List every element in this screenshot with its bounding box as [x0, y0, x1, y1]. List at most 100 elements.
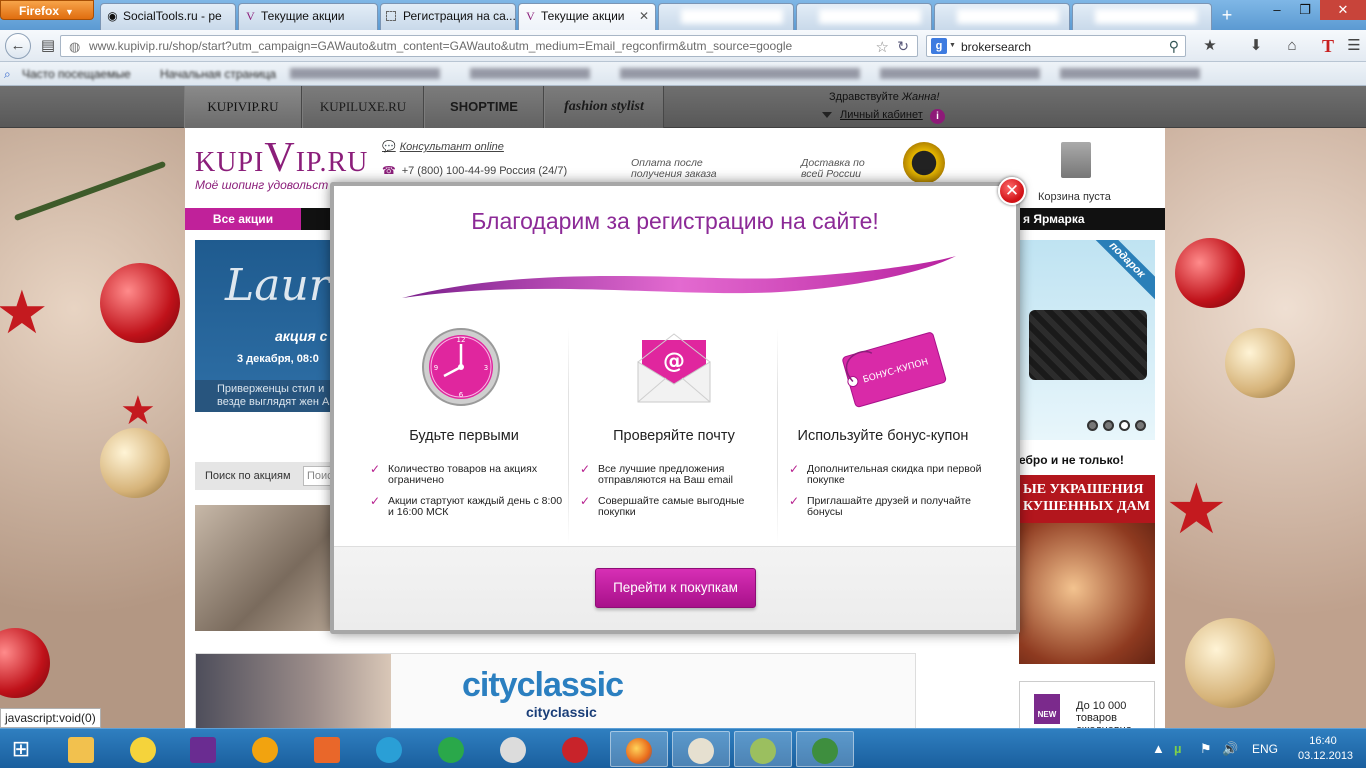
feature-item-text: Совершайте самые выгодные покупки	[598, 495, 745, 518]
windows-start-icon[interactable]: ⊞	[6, 735, 36, 763]
bookmark-most-visited[interactable]: Часто посещаемые	[22, 67, 131, 81]
search-icon[interactable]: ⚲	[1169, 38, 1179, 55]
warning-app-icon[interactable]	[236, 731, 294, 767]
tab-blurred-3[interactable]: ████████████	[934, 3, 1070, 30]
tab-label: Текущие акции	[261, 9, 345, 23]
red-ornament-image	[1175, 238, 1245, 308]
url-text: www.kupivip.ru/shop/start?utm_campaign=G…	[89, 39, 793, 53]
smiley-app-icon[interactable]	[114, 731, 172, 767]
bookmark-blurred[interactable]	[290, 68, 440, 79]
window-close-button[interactable]: ✕	[1320, 0, 1366, 20]
feature-bonus-coupon: БОНУС-КУПОН Используйте бонус-купон ✓ Доп…	[779, 322, 987, 544]
new-tab-button[interactable]: +	[1216, 5, 1238, 27]
tab-current-sales-1[interactable]: V Текущие акции	[238, 3, 378, 30]
gold-ornament-image	[100, 428, 170, 498]
menu-icon[interactable]: ☰	[1342, 35, 1366, 57]
green-shield-app-icon[interactable]	[422, 731, 480, 767]
nav-fashion-stylist[interactable]: fashion stylist	[544, 86, 664, 128]
language-indicator[interactable]: ENG	[1252, 742, 1278, 756]
restore-button[interactable]: ❐	[1290, 0, 1320, 20]
google-search-engine-icon[interactable]: g	[931, 38, 947, 54]
greeting: Здравствуйте Жанна!	[829, 91, 939, 103]
close-tab-icon[interactable]: ✕	[639, 9, 649, 23]
gold-ornament-image	[1225, 328, 1295, 398]
globe-icon: ◍	[69, 39, 81, 54]
firefox-taskbar-icon[interactable]	[610, 731, 668, 767]
bookmark-blurred[interactable]	[1060, 68, 1200, 79]
nav-shoptime[interactable]: SHOPTIME	[424, 86, 544, 128]
christmas-decor-left: ★ ★	[0, 128, 185, 730]
upx-app-icon[interactable]	[298, 731, 356, 767]
bookmark-blurred[interactable]	[880, 68, 1040, 79]
tab-label: SocialTools.ru - ре	[123, 9, 222, 23]
kupivip-v-icon: V	[246, 9, 255, 23]
modal-footer: Перейти к покупкам	[334, 546, 1016, 630]
bookmark-blurred[interactable]	[470, 68, 590, 79]
greeting-prefix: Здравствуйте	[829, 91, 902, 103]
tab-socialtools[interactable]: ◉ SocialTools.ru - ре	[100, 3, 236, 30]
close-icon[interactable]: ✕	[998, 177, 1026, 205]
feature-heading: Будьте первыми	[409, 428, 519, 444]
red-star-image: ★	[120, 389, 156, 433]
search-bar[interactable]: g ▼ brokersearch ⚲	[926, 35, 1186, 57]
flag-icon[interactable]: ⚑	[1200, 741, 1212, 757]
chevron-down-icon: ▼	[65, 7, 74, 17]
reload-icon[interactable]: ↻	[897, 38, 909, 55]
speed-app-icon[interactable]	[546, 731, 604, 767]
security-app-icon[interactable]	[360, 731, 418, 767]
modal-title: Благодарим за регистрацию на сайте!	[471, 208, 879, 234]
feature-item: ✓ Акции стартуют каждый день с 8:00 и 16:…	[370, 495, 570, 518]
go-shopping-button[interactable]: Перейти к покупкам	[595, 568, 756, 608]
nav-label: fashion stylist	[564, 99, 644, 114]
visual-studio-icon[interactable]	[174, 731, 232, 767]
bookmark-blurred[interactable]	[620, 68, 860, 79]
gold-ornament-image	[1185, 618, 1275, 708]
info-icon[interactable]: i	[930, 109, 945, 124]
feature-item-text: Количество товаров на акциях ограничено	[388, 463, 538, 486]
tab-registration[interactable]: Регистрация на са...	[380, 3, 516, 30]
christmas-decor-right: ★	[1165, 128, 1366, 730]
paint-app-icon[interactable]	[672, 731, 730, 767]
feature-item: ✓ Количество товаров на акциях ограничено	[370, 463, 570, 486]
history-dropdown-icon[interactable]: ▤	[36, 35, 60, 57]
home-icon[interactable]: ⌂	[1280, 35, 1304, 57]
chevron-down-icon[interactable]	[822, 112, 832, 118]
downloads-icon[interactable]: ⬇	[1244, 35, 1268, 57]
bookmark-star-icon[interactable]: ☆	[876, 38, 889, 56]
navigation-toolbar: ← ▤ ◍ www.kupivip.ru/shop/start?utm_camp…	[0, 30, 1366, 62]
bookmarks-menu-icon[interactable]: ★	[1198, 35, 1222, 57]
svg-text:12: 12	[457, 336, 466, 344]
tab-blurred-1[interactable]: ████████████	[658, 3, 794, 30]
url-bar[interactable]: ◍ www.kupivip.ru/shop/start?utm_campaign…	[60, 35, 918, 57]
svg-text:3: 3	[484, 364, 488, 372]
feature-item: ✓ Дополнительная скидка при первой покупк…	[789, 463, 989, 486]
nav-kupivip[interactable]: KUPIVIP.RU	[184, 86, 302, 128]
feature-item-text: Дополнительная скидка при первой покупке	[807, 463, 982, 486]
bookmark-start-page[interactable]: Начальная страница	[160, 67, 276, 81]
minimize-button[interactable]: –	[1262, 0, 1292, 20]
file-explorer-icon[interactable]	[52, 731, 110, 767]
addon-t-icon[interactable]: T	[1316, 35, 1340, 57]
clock[interactable]: 16:40 03.12.2013	[1298, 734, 1353, 764]
back-button[interactable]: ←	[5, 33, 31, 59]
tab-current-sales-active[interactable]: V Текущие акции ✕	[518, 3, 656, 30]
tab-blurred-4[interactable]: ████████████	[1072, 3, 1212, 30]
feature-item-text: Все лучшие предложения отправляются на В…	[598, 463, 733, 486]
red-star-image: ★	[1165, 470, 1228, 548]
socialtools-icon: ◉	[107, 9, 118, 23]
nav-label: KUPIVIP.RU	[207, 99, 279, 114]
tab-blurred-2[interactable]: ████████████	[796, 3, 932, 30]
globe-app-icon[interactable]	[796, 731, 854, 767]
stopwatch-app-icon[interactable]	[484, 731, 542, 767]
volume-icon[interactable]: 🔊	[1222, 741, 1238, 757]
search-input[interactable]: brokersearch	[961, 40, 1031, 54]
firefox-menu-button[interactable]: Firefox ▼	[0, 0, 94, 20]
tor-browser-icon[interactable]	[734, 731, 792, 767]
svg-text:9: 9	[434, 364, 438, 372]
nav-label: KUPILUXE.RU	[319, 99, 407, 114]
account-link[interactable]: Личный кабинет	[840, 109, 923, 121]
utorrent-icon[interactable]: µ	[1174, 741, 1182, 756]
nav-kupiluxe[interactable]: KUPILUXE.RU	[302, 86, 424, 128]
feature-item: ✓ Совершайте самые выгодные покупки	[580, 495, 780, 518]
tray-expand-icon[interactable]: ▲	[1152, 741, 1165, 756]
